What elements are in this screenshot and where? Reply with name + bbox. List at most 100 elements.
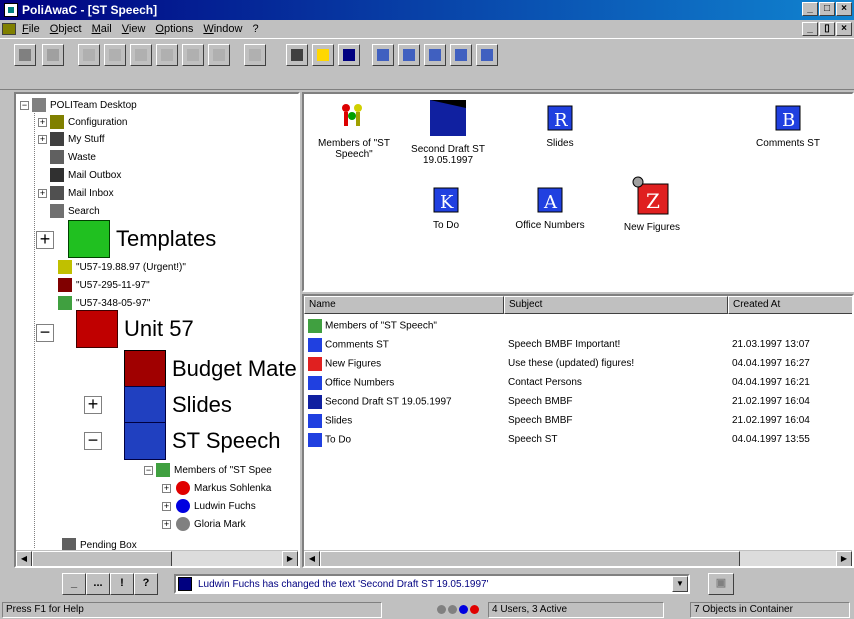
member-2-expander[interactable]: + <box>162 502 171 511</box>
list-row-to-do[interactable]: To Do Speech ST 04.04.1997 13:55 <box>304 430 852 449</box>
member-1-expander[interactable]: + <box>162 484 171 493</box>
templates-expander[interactable]: + <box>36 230 54 249</box>
tree-pane[interactable]: − POLITeam Desktop + Configuration + My … <box>14 92 300 568</box>
more-action-button[interactable]: ... <box>86 573 110 595</box>
tree-item-my-stuff[interactable]: My Stuff <box>50 132 105 146</box>
document-window-icon[interactable] <box>2 23 16 35</box>
menu-view[interactable]: View <box>122 23 146 35</box>
tree-file-1[interactable]: "U57-19.88.97 (Urgent!)" <box>58 260 186 274</box>
icon-office-numbers[interactable]: A Office Numbers <box>502 182 598 231</box>
tree-item-mail-outbox[interactable]: Mail Outbox <box>50 168 121 182</box>
tree-item-slides[interactable]: Slides <box>124 386 232 424</box>
tree-item-st-speech[interactable]: ST Speech <box>124 422 280 460</box>
tree-item-configuration[interactable]: Configuration <box>50 115 127 129</box>
large-icons-button[interactable] <box>372 44 394 66</box>
copy-object-button[interactable] <box>156 44 178 66</box>
icon-new-figures[interactable]: Z New Figures <box>604 176 700 233</box>
event-message-box[interactable]: Ludwin Fuchs has changed the text 'Secon… <box>174 574 690 594</box>
my-stuff-expander[interactable]: + <box>38 135 47 144</box>
print-button[interactable] <box>286 44 308 66</box>
list-view-button[interactable] <box>424 44 446 66</box>
doc-minimize-button[interactable]: _ <box>802 22 818 36</box>
tree-item-unit-57[interactable]: Unit 57 <box>76 310 194 348</box>
info-button[interactable] <box>182 44 204 66</box>
arrange-button[interactable] <box>476 44 498 66</box>
tree-item-search[interactable]: Search <box>50 204 100 218</box>
icon-slides[interactable]: R Slides <box>512 100 608 149</box>
doc-restore-button[interactable]: ▯ <box>819 22 835 36</box>
scroll-left-button[interactable]: ◀ <box>304 551 320 566</box>
tree-member-1[interactable]: Markus Sohlenka <box>176 481 271 495</box>
scroll-right-button[interactable]: ▶ <box>836 551 852 566</box>
tree-item-budget[interactable]: Budget Mate <box>124 350 297 388</box>
help-button[interactable] <box>312 44 334 66</box>
chevron-down-icon[interactable]: ▼ <box>672 576 688 592</box>
properties-button[interactable] <box>208 44 230 66</box>
icon-to-do[interactable]: K To Do <box>398 182 494 231</box>
minimize-action-button[interactable]: _ <box>62 573 86 595</box>
members-expander[interactable]: − <box>144 466 153 475</box>
icon-view-pane[interactable]: Members of "ST Speech" Second Draft ST 1… <box>302 92 854 292</box>
back-button[interactable] <box>14 44 36 66</box>
copy-button[interactable] <box>104 44 126 66</box>
app-icon[interactable] <box>4 3 18 17</box>
icon-members[interactable]: Members of "ST Speech" <box>306 100 402 160</box>
configuration-expander[interactable]: + <box>38 118 47 127</box>
list-row-second-draft[interactable]: Second Draft ST 19.05.1997 Speech BMBF 2… <box>304 392 852 411</box>
icon-second-draft[interactable]: Second Draft ST 19.05.1997 <box>400 94 496 166</box>
mail-inbox-expander[interactable]: + <box>38 189 47 198</box>
icon-comments[interactable]: B Comments ST <box>740 100 836 149</box>
menu-object[interactable]: Object <box>50 23 82 35</box>
scroll-left-button[interactable]: ◀ <box>16 551 32 566</box>
list-row-members[interactable]: Members of "ST Speech" <box>304 316 852 335</box>
list-row-slides[interactable]: Slides Speech BMBF 21.02.1997 16:04 <box>304 411 852 430</box>
slides-expander[interactable]: + <box>84 395 102 414</box>
tree-item-templates[interactable]: Templates <box>68 220 216 258</box>
list-view-pane[interactable]: Name Subject Created At Members of "ST S… <box>302 294 854 568</box>
small-icons-button[interactable] <box>398 44 420 66</box>
tree-item-members[interactable]: Members of "ST Spee <box>156 463 272 477</box>
tree-root[interactable]: POLITeam Desktop <box>32 98 137 112</box>
details-view-button[interactable] <box>450 44 472 66</box>
list-hscroll[interactable]: ◀ ▶ <box>304 550 852 566</box>
member-3-expander[interactable]: + <box>162 520 171 529</box>
menu-window[interactable]: Window <box>203 23 242 35</box>
close-button[interactable]: × <box>836 2 852 16</box>
tree-member-2[interactable]: Ludwin Fuchs <box>176 499 256 513</box>
tree-file-3[interactable]: "U57-348-05-97" <box>58 296 150 310</box>
tree-member-3[interactable]: Gloria Mark <box>176 517 246 531</box>
list-row-office-numbers[interactable]: Office Numbers Contact Persons 04.04.199… <box>304 373 852 392</box>
column-header-subject[interactable]: Subject <box>504 296 728 314</box>
scroll-thumb[interactable] <box>320 551 740 566</box>
list-row-comments[interactable]: Comments ST Speech BMBF Important! 21.03… <box>304 335 852 354</box>
unit-expander[interactable]: − <box>36 323 54 342</box>
status-indicators <box>384 602 486 618</box>
cut-button[interactable] <box>78 44 100 66</box>
event-action-button[interactable]: ▣ <box>708 573 734 595</box>
speech-expander[interactable]: − <box>84 431 102 450</box>
minimize-button[interactable]: _ <box>802 2 818 16</box>
menu-mail[interactable]: Mail <box>92 23 112 35</box>
tree-hscroll[interactable]: ◀ ▶ <box>16 550 298 566</box>
scroll-right-button[interactable]: ▶ <box>282 551 298 566</box>
new-object-button[interactable] <box>244 44 266 66</box>
paste-button[interactable] <box>130 44 152 66</box>
context-help-button[interactable] <box>338 44 360 66</box>
list-row-new-figures[interactable]: New Figures Use these (updated) figures!… <box>304 354 852 373</box>
menu-options[interactable]: Options <box>155 23 193 35</box>
title-bar[interactable]: PoliAwaC - [ST Speech] _ □ × <box>0 0 854 20</box>
column-header-name[interactable]: Name <box>304 296 504 314</box>
menu-help[interactable]: ? <box>252 23 258 35</box>
doc-close-button[interactable]: × <box>836 22 852 36</box>
scroll-thumb[interactable] <box>32 551 172 566</box>
maximize-button[interactable]: □ <box>819 2 835 16</box>
query-action-button[interactable]: ? <box>134 573 158 595</box>
alert-action-button[interactable]: ! <box>110 573 134 595</box>
column-header-created[interactable]: Created At <box>728 296 852 314</box>
tree-file-2[interactable]: "U57-295-11-97" <box>58 278 150 292</box>
tree-item-mail-inbox[interactable]: Mail Inbox <box>50 186 114 200</box>
tree-item-waste[interactable]: Waste <box>50 150 96 164</box>
forward-button[interactable] <box>42 44 64 66</box>
menu-file[interactable]: File <box>22 23 40 35</box>
root-expander[interactable]: − <box>20 101 29 110</box>
